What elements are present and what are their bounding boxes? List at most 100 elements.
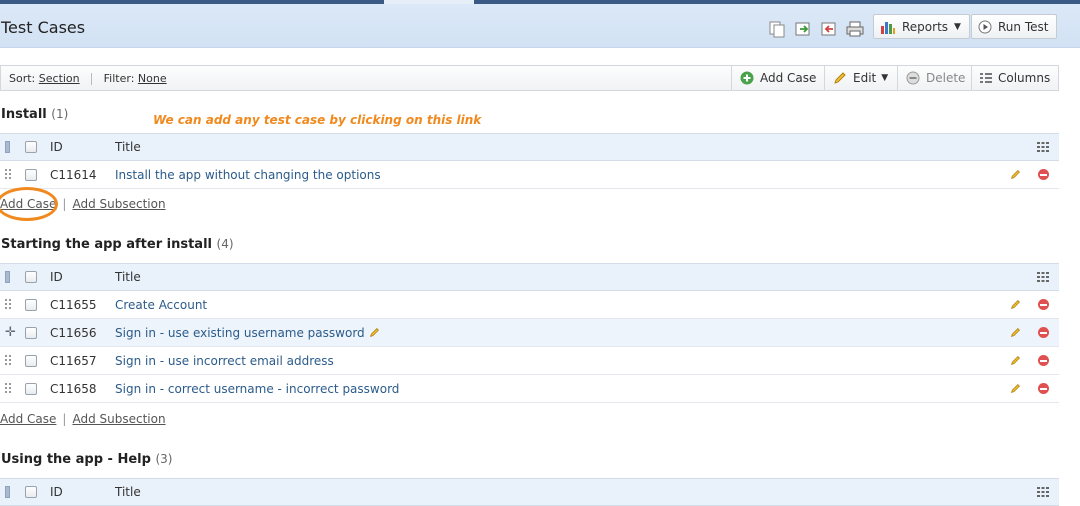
case-id: C11614 (50, 167, 97, 182)
row-checkbox[interactable] (25, 319, 37, 346)
select-all-checkbox[interactable] (25, 479, 37, 505)
case-title-link[interactable]: Sign in - use incorrect email address (115, 347, 334, 374)
edit-label: Edit (853, 71, 877, 85)
add-case-button[interactable]: Add Case (731, 66, 824, 90)
copy-icon[interactable] (768, 20, 786, 38)
table-row[interactable]: C11655 Create Account (0, 291, 1059, 319)
row-checkbox[interactable] (25, 375, 37, 402)
delete-icon[interactable] (1038, 319, 1049, 346)
row-checkbox[interactable] (25, 161, 37, 188)
columns-label: Columns (998, 71, 1051, 85)
columns-icon[interactable] (1037, 479, 1049, 505)
filter-label: Filter: (103, 72, 135, 85)
add-subsection-link[interactable]: Add Subsection (72, 197, 165, 211)
drag-handle-icon[interactable] (5, 347, 15, 374)
table-header: ID Title (0, 133, 1059, 161)
case-title-link[interactable]: Install the app without changing the opt… (115, 161, 381, 188)
table-header: ID Title (0, 478, 1059, 506)
sort-link[interactable]: Section (39, 72, 80, 85)
bar-chart-icon (880, 20, 896, 34)
case-table-help: ID Title (0, 478, 1059, 506)
annotation-text: We can add any test case by clicking on … (153, 113, 482, 127)
pencil-icon[interactable] (1010, 291, 1021, 318)
section-name: Install (1, 107, 47, 122)
case-id: C11658 (50, 381, 97, 396)
row-checkbox[interactable] (25, 347, 37, 374)
case-id: C11656 (50, 325, 97, 340)
chevron-down-icon: ▼ (954, 21, 961, 32)
delete-icon[interactable] (1038, 161, 1049, 188)
case-title-link[interactable]: Sign in - use existing username password (115, 319, 380, 346)
columns-icon[interactable] (1037, 264, 1049, 290)
case-title-link[interactable]: Sign in - correct username - incorrect p… (115, 375, 399, 402)
section-count: (3) (155, 452, 173, 466)
section-handle (5, 134, 15, 160)
drag-handle-icon[interactable] (5, 291, 15, 318)
add-case-label: Add Case (760, 71, 817, 85)
section-title-starting[interactable]: Starting the app after install (4) (1, 237, 234, 252)
chevron-down-icon: ▼ (881, 73, 889, 83)
delete-icon[interactable] (1038, 375, 1049, 402)
add-case-link[interactable]: Add Case (0, 412, 56, 426)
table-row[interactable]: ✛ C11656 Sign in - use existing username… (0, 319, 1059, 347)
delete-icon[interactable] (1038, 291, 1049, 318)
pencil-icon (833, 71, 847, 85)
select-all-checkbox[interactable] (25, 264, 37, 290)
table-header: ID Title (0, 263, 1059, 291)
section-title-install[interactable]: Install (1) (1, 107, 68, 122)
case-toolbar: Sort: Section Filter: None Add Case Edit… (0, 65, 1059, 91)
table-row[interactable]: C11614 Install the app without changing … (0, 161, 1059, 189)
reports-label: Reports (902, 19, 949, 34)
export-icon[interactable] (794, 20, 812, 38)
section-count: (1) (51, 107, 69, 121)
delete-button[interactable]: Delete (897, 66, 973, 90)
table-row[interactable]: C11658 Sign in - correct username - inco… (0, 375, 1059, 403)
section-count: (4) (216, 237, 234, 251)
column-id[interactable]: ID (50, 479, 63, 505)
edit-button[interactable]: Edit ▼ (824, 66, 896, 90)
column-id[interactable]: ID (50, 134, 63, 160)
section-handle (5, 264, 15, 290)
import-icon[interactable] (820, 20, 838, 38)
columns-icon (980, 72, 992, 84)
column-title[interactable]: Title (115, 264, 141, 290)
case-table-install: ID Title C11614 Install the app without … (0, 133, 1059, 189)
page-title: Test Cases (1, 18, 86, 37)
columns-button[interactable]: Columns (971, 66, 1058, 90)
sort-label: Sort: (9, 72, 36, 85)
add-subsection-link[interactable]: Add Subsection (72, 412, 165, 426)
table-row[interactable]: C11657 Sign in - use incorrect email add… (0, 347, 1059, 375)
inline-edit-pencil-icon[interactable] (369, 327, 380, 338)
column-id[interactable]: ID (50, 264, 63, 290)
run-test-button[interactable]: Run Test (971, 14, 1058, 39)
print-icon[interactable] (846, 20, 864, 38)
pencil-icon[interactable] (1010, 161, 1021, 188)
column-title[interactable]: Title (115, 134, 141, 160)
case-table-starting: ID Title C11655 Create Account ✛ C11656 … (0, 263, 1059, 403)
pencil-icon[interactable] (1010, 347, 1021, 374)
case-title-text: Sign in - use existing username password (115, 325, 365, 340)
section-name: Starting the app after install (1, 237, 212, 252)
section-name: Using the app - Help (1, 452, 151, 467)
columns-icon[interactable] (1037, 134, 1049, 160)
play-icon (978, 20, 992, 34)
pencil-icon[interactable] (1010, 375, 1021, 402)
row-checkbox[interactable] (25, 291, 37, 318)
case-id: C11657 (50, 353, 97, 368)
drag-handle-icon[interactable] (5, 375, 15, 402)
page-header: Test Cases Reports ▼ Run Test (0, 4, 1080, 48)
column-title[interactable]: Title (115, 479, 141, 505)
delete-label: Delete (926, 71, 966, 85)
drag-handle-icon[interactable] (5, 161, 15, 188)
case-id: C11655 (50, 297, 97, 312)
move-icon[interactable]: ✛ (5, 319, 16, 346)
section-title-help[interactable]: Using the app - Help (3) (1, 452, 172, 467)
reports-button[interactable]: Reports ▼ (873, 14, 970, 39)
case-title-link[interactable]: Create Account (115, 291, 207, 318)
minus-circle-icon (906, 71, 920, 85)
delete-icon[interactable] (1038, 347, 1049, 374)
pencil-icon[interactable] (1010, 319, 1021, 346)
filter-link[interactable]: None (138, 72, 167, 85)
select-all-checkbox[interactable] (25, 134, 37, 160)
highlight-circle (0, 187, 58, 221)
